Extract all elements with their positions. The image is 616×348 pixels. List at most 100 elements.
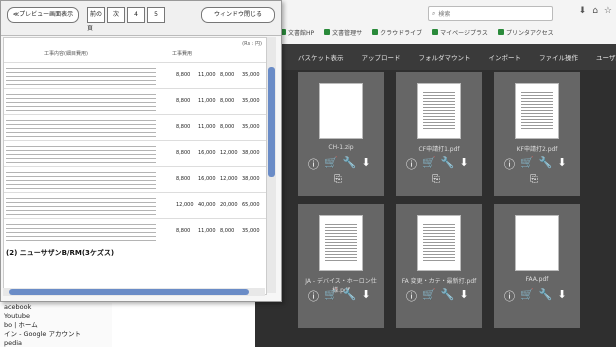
file-name: FAA.pdf: [525, 276, 549, 283]
download-icon[interactable]: ⬇: [459, 156, 468, 172]
vertical-scrollbar[interactable]: [266, 37, 276, 293]
sidebar-link[interactable]: イン - Google アカウント: [0, 330, 112, 339]
bookmark-item[interactable]: プリンタアクセス: [497, 28, 554, 37]
browser-sidebar-list: acebook Youtube bo | ホーム イン - Google アカウ…: [0, 303, 112, 347]
file-name: CH-1.zip: [328, 144, 354, 151]
file-thumbnail: [418, 84, 460, 138]
bookmark-item[interactable]: クラウドライブ: [372, 28, 422, 37]
table-row: 12,000 40,000 20,000 65,000: [4, 192, 266, 217]
cart-icon[interactable]: 🛒: [422, 288, 436, 304]
bookmark-icon: [497, 29, 504, 35]
horizontal-scrollbar[interactable]: [3, 288, 265, 296]
file-thumbnail: [320, 216, 362, 270]
app-menubar: バスケット表示 アップロード フォルダマウント インポート ファイル操作 ユーザ…: [255, 44, 616, 70]
table-row: 8,800 11,000 8,000 35,000: [4, 114, 266, 139]
prev-page-button[interactable]: 前の: [87, 7, 105, 23]
file-tile[interactable]: CF申請打1.pdf ⓘ 🛒 🔧 ⬇ ⎘: [396, 72, 482, 196]
info-icon[interactable]: ⓘ: [308, 288, 319, 304]
section-heading: (2) ニューサザンB/RM(3ケズス): [6, 249, 115, 257]
download-icon[interactable]: ⬇: [361, 156, 370, 172]
file-name: KF申請打2.pdf: [516, 146, 558, 153]
info-icon[interactable]: ⓘ: [504, 156, 515, 172]
cart-icon[interactable]: 🛒: [520, 156, 534, 172]
bookmarks-bar: 文書館HP 文書管理サ クラウドライブ マイページプラス プリンタアクセス: [280, 24, 616, 40]
table-row: 8,800 11,000 8,000 35,000: [4, 218, 266, 243]
menu-upload[interactable]: アップロード: [362, 52, 401, 62]
download-icon[interactable]: ⬇: [557, 156, 566, 172]
share-icon[interactable]: ⎘: [530, 174, 538, 185]
cart-icon[interactable]: 🛒: [422, 156, 436, 172]
file-grid: CH-1.zip ⓘ 🛒 🔧 ⬇ ⎘ CF申請打1.pdf ⓘ 🛒 🔧 ⬇ ⎘ KF申請打2…: [255, 70, 616, 347]
wrench-icon[interactable]: 🔧: [441, 156, 455, 172]
scroll-thumb[interactable]: [9, 289, 249, 295]
bookmark-item[interactable]: 文書館HP: [280, 28, 314, 37]
search-input[interactable]: 検索: [438, 9, 450, 18]
menu-import[interactable]: インポート: [489, 52, 522, 62]
menu-file-ops[interactable]: ファイル操作: [539, 52, 578, 62]
wrench-icon[interactable]: 🔧: [441, 288, 455, 304]
page-current[interactable]: 4: [127, 7, 145, 23]
search-bar[interactable]: ⌕ 検索: [428, 6, 553, 21]
file-thumbnail: [320, 84, 362, 138]
file-name: FA 変更・カテ・最新打.pdf: [401, 278, 477, 285]
wrench-icon[interactable]: 🔧: [343, 288, 357, 304]
file-manager: バスケット表示 アップロード フォルダマウント インポート ファイル操作 ユーザ…: [255, 44, 616, 347]
preview-window: ≪プレビュー画面表示 前の 次 4 5 ウィンドウ閉じる 頁 (Rs : 円) …: [0, 0, 282, 302]
bookmark-icon: [432, 29, 439, 35]
bookmark-item[interactable]: 文書管理サ: [324, 28, 362, 37]
file-tile[interactable]: FA 変更・カテ・最新打.pdf ⓘ 🛒 🔧 ⬇: [396, 204, 482, 328]
cart-icon[interactable]: 🛒: [520, 288, 534, 304]
file-name: CF申請打1.pdf: [418, 146, 460, 153]
bookmark-icon: [324, 29, 331, 35]
menu-user-settings[interactable]: ユーザ設定: [596, 52, 616, 62]
table-row: 8,800 16,000 12,000 38,000: [4, 166, 266, 191]
search-icon: ⌕: [432, 9, 436, 17]
column-header: 工事費用: [172, 51, 193, 57]
table-row: 8,800 16,000 12,000 38,000: [4, 140, 266, 165]
info-icon[interactable]: ⓘ: [308, 156, 319, 172]
document-page: (Rs : 円) 工事内容(細目費用) 工事費用 8,800 11,000 8,00…: [3, 37, 267, 295]
wrench-icon[interactable]: 🔧: [343, 156, 357, 172]
close-window-button[interactable]: ウィンドウ閉じる: [201, 7, 275, 23]
cart-icon[interactable]: 🛒: [324, 288, 338, 304]
download-icon[interactable]: ⬇: [361, 288, 370, 304]
wrench-icon[interactable]: 🔧: [539, 288, 553, 304]
file-tile[interactable]: CH-1.zip ⓘ 🛒 🔧 ⬇ ⎘: [298, 72, 384, 196]
menu-folder-mount[interactable]: フォルダマウント: [419, 52, 471, 62]
table-row: 8,800 11,000 8,000 35,000: [4, 62, 266, 87]
file-tile[interactable]: KF申請打2.pdf ⓘ 🛒 🔧 ⬇ ⎘: [494, 72, 580, 196]
sidebar-link[interactable]: acebook: [0, 303, 112, 312]
menu-basket[interactable]: バスケット表示: [298, 52, 344, 62]
bookmark-item[interactable]: マイページプラス: [432, 28, 488, 37]
file-tile[interactable]: FAA.pdf ⓘ 🛒 🔧 ⬇: [494, 204, 580, 328]
download-icon[interactable]: ⬇: [557, 288, 566, 304]
bookmark-icon: [372, 29, 379, 35]
file-thumbnail: [418, 216, 460, 270]
close-preview-button[interactable]: ≪プレビュー画面表示: [7, 7, 79, 23]
browser-chrome: ⌕ 検索 ⬇ ⌂ ☆ 文書館HP 文書管理サ クラウドライブ マイページプラス …: [280, 0, 616, 45]
download-icon[interactable]: ⬇: [459, 288, 468, 304]
sidebar-link[interactable]: bo | ホーム: [0, 321, 112, 330]
cart-icon[interactable]: 🛒: [324, 156, 338, 172]
page-total: 5: [147, 7, 165, 23]
sidebar-link[interactable]: Youtube: [0, 312, 112, 321]
scroll-thumb[interactable]: [268, 67, 275, 177]
download-icon[interactable]: ⬇: [579, 6, 587, 16]
page-label: 頁: [87, 25, 94, 32]
star-icon[interactable]: ☆: [604, 6, 612, 16]
wrench-icon[interactable]: 🔧: [539, 156, 553, 172]
column-header: 工事内容(細目費用): [44, 51, 88, 57]
unit-label: (Rs : 円): [242, 41, 262, 47]
share-icon[interactable]: ⎘: [432, 174, 440, 185]
info-icon[interactable]: ⓘ: [406, 288, 417, 304]
share-icon[interactable]: ⎘: [334, 174, 342, 185]
info-icon[interactable]: ⓘ: [504, 288, 515, 304]
table-row: 8,800 11,000 8,000 35,000: [4, 88, 266, 113]
info-icon[interactable]: ⓘ: [406, 156, 417, 172]
file-thumbnail: [516, 216, 558, 270]
preview-toolbar: ≪プレビュー画面表示 前の 次 4 5 ウィンドウ閉じる 頁: [1, 1, 281, 36]
file-tile[interactable]: JA - デバイス・ホーロン仕様.pdf ⓘ 🛒 🔧 ⬇: [298, 204, 384, 328]
file-thumbnail: [516, 84, 558, 138]
next-page-button[interactable]: 次: [107, 7, 125, 23]
home-icon[interactable]: ⌂: [592, 6, 598, 16]
